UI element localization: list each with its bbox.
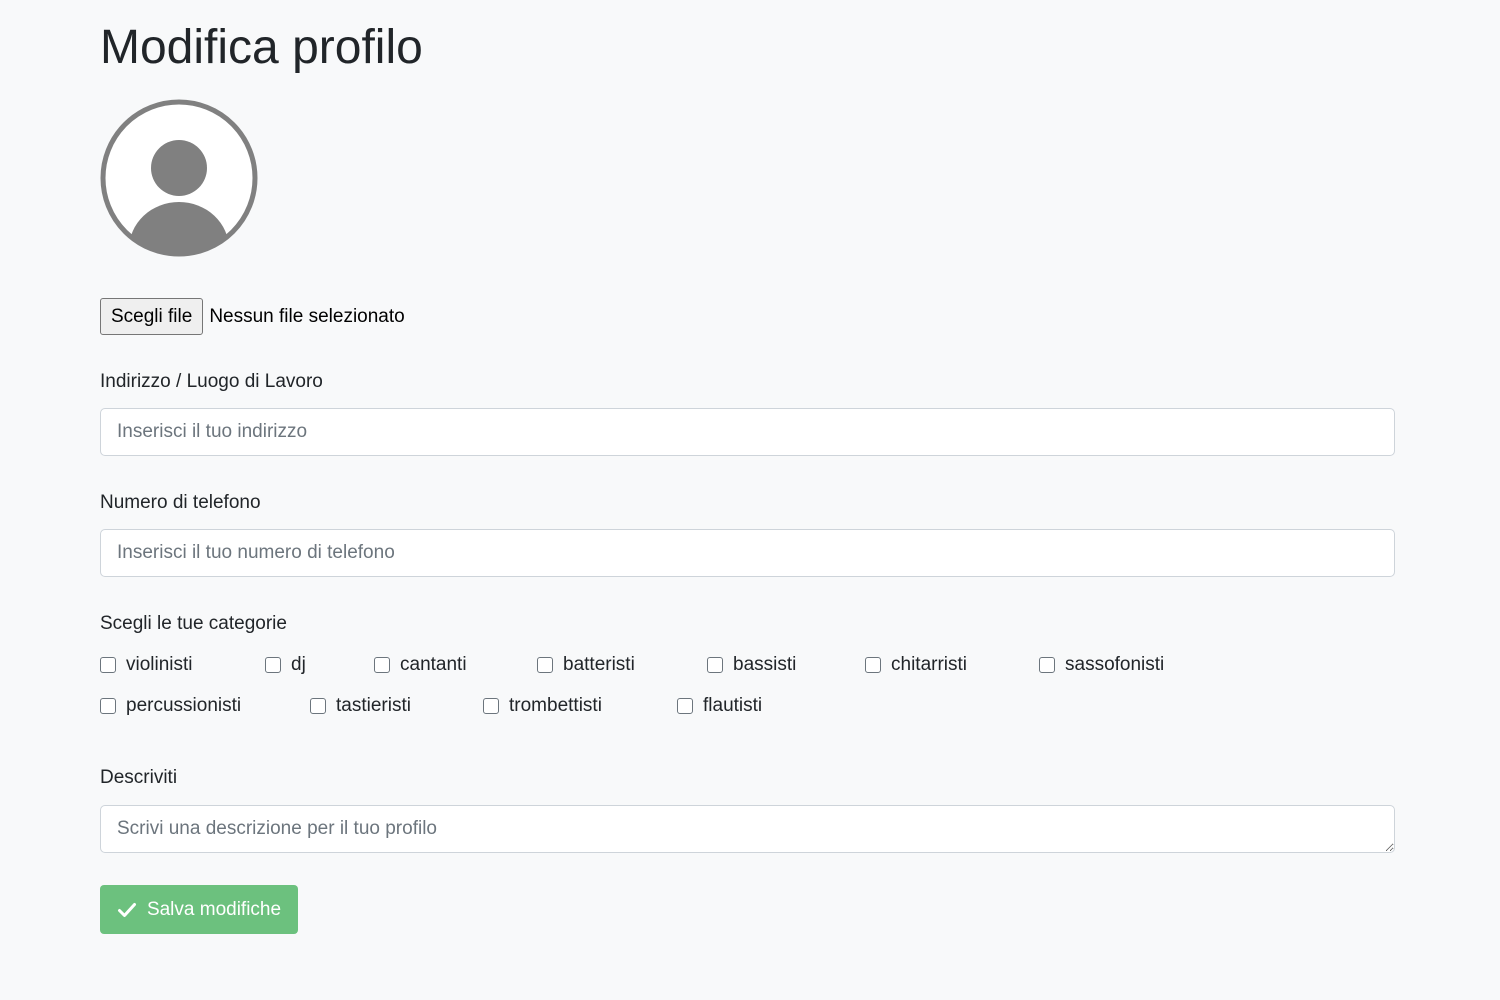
phone-input[interactable] bbox=[100, 529, 1395, 577]
category-batteristi[interactable]: batteristi bbox=[537, 654, 635, 676]
save-changes-button[interactable]: Salva modifiche bbox=[100, 885, 298, 934]
edit-profile-page: Modifica profilo Scegli file Nessun file… bbox=[0, 0, 1500, 1000]
category-label: trombettisti bbox=[509, 695, 602, 716]
category-label: flautisti bbox=[703, 695, 763, 716]
user-avatar-icon bbox=[100, 99, 258, 257]
description-label: Descriviti bbox=[100, 767, 178, 788]
category-trombettisti[interactable]: trombettisti bbox=[483, 695, 602, 717]
category-dj[interactable]: dj bbox=[265, 654, 306, 676]
category-flautisti[interactable]: flautisti bbox=[677, 695, 762, 717]
address-label: Indirizzo / Luogo di Lavoro bbox=[100, 371, 323, 392]
category-label: batteristi bbox=[563, 654, 635, 675]
address-input[interactable] bbox=[100, 408, 1395, 456]
category-violinisti[interactable]: violinisti bbox=[100, 654, 193, 676]
category-label: percussionisti bbox=[126, 695, 242, 716]
checkbox-violinisti[interactable] bbox=[100, 657, 116, 673]
category-chitarristi[interactable]: chitarristi bbox=[865, 654, 967, 676]
category-label: cantanti bbox=[400, 654, 467, 675]
category-tastieristi[interactable]: tastieristi bbox=[310, 695, 411, 717]
category-label: bassisti bbox=[733, 654, 797, 675]
file-upload: Scegli file Nessun file selezionato bbox=[100, 298, 405, 335]
category-cantanti[interactable]: cantanti bbox=[374, 654, 467, 676]
save-button-label: Salva modifiche bbox=[146, 898, 282, 920]
categories-label: Scegli le tue categorie bbox=[100, 613, 287, 634]
category-sassofonisti[interactable]: sassofonisti bbox=[1039, 654, 1164, 676]
choose-file-button[interactable]: Scegli file bbox=[100, 298, 204, 335]
checkbox-bassisti[interactable] bbox=[707, 657, 723, 673]
checkbox-tastieristi[interactable] bbox=[310, 698, 326, 714]
description-textarea[interactable] bbox=[100, 805, 1395, 853]
phone-label: Numero di telefono bbox=[100, 492, 261, 513]
category-percussionisti[interactable]: percussionisti bbox=[100, 695, 241, 717]
category-label: violinisti bbox=[126, 654, 193, 675]
page-title: Modifica profilo bbox=[100, 21, 423, 74]
checkbox-flautisti[interactable] bbox=[677, 698, 693, 714]
check-icon bbox=[117, 902, 136, 917]
category-label: sassofonisti bbox=[1065, 654, 1165, 675]
file-status-text: Nessun file selezionato bbox=[209, 305, 405, 327]
checkbox-dj[interactable] bbox=[265, 657, 281, 673]
checkbox-cantanti[interactable] bbox=[374, 657, 390, 673]
checkbox-batteristi[interactable] bbox=[537, 657, 553, 673]
category-label: chitarristi bbox=[891, 654, 968, 675]
category-bassisti[interactable]: bassisti bbox=[707, 654, 796, 676]
checkbox-percussionisti[interactable] bbox=[100, 698, 116, 714]
checkbox-trombettisti[interactable] bbox=[483, 698, 499, 714]
category-label: tastieristi bbox=[336, 695, 411, 716]
category-label: dj bbox=[291, 654, 306, 675]
checkbox-sassofonisti[interactable] bbox=[1039, 657, 1055, 673]
checkbox-chitarristi[interactable] bbox=[865, 657, 881, 673]
